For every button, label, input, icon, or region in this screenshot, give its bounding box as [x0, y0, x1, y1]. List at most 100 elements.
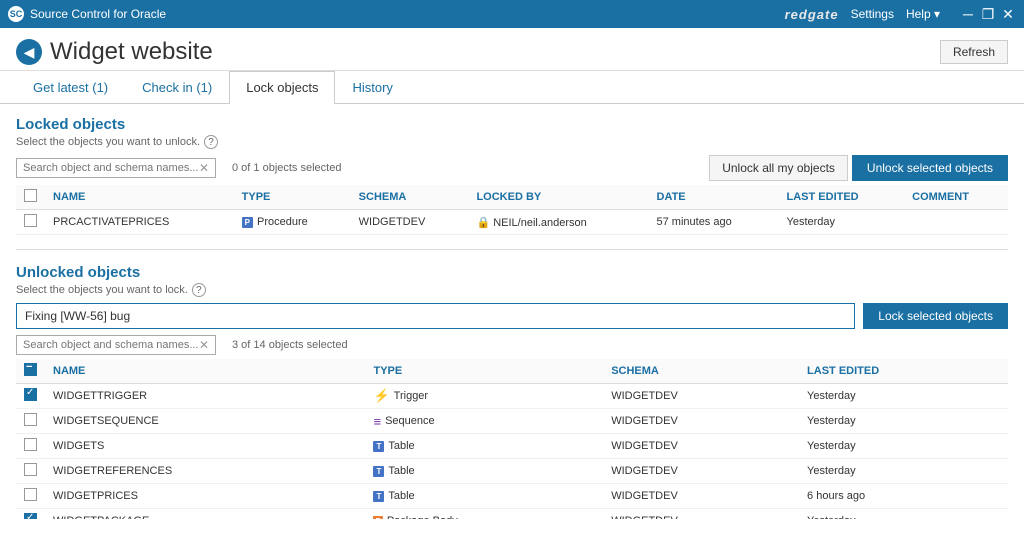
unlocked-table: NAME TYPE SCHEMA LAST EDITED WIDGETTRIGG… — [16, 359, 1008, 519]
locked-row-checkbox-0[interactable] — [24, 214, 37, 227]
locked-col-type: TYPE — [234, 185, 351, 210]
unlocked-col-schema: SCHEMA — [603, 359, 799, 384]
tab-lock-objects[interactable]: Lock objects — [229, 71, 335, 104]
unlocked-row-name-1: WIDGETSEQUENCE — [45, 409, 365, 434]
unlocked-row-last-edited-2: Yesterday — [799, 434, 1008, 459]
unlocked-row-schema-5: WIDGETDEV — [603, 509, 799, 520]
unlocked-row-checkbox-2[interactable] — [24, 438, 37, 451]
tab-check-in[interactable]: Check in (1) — [125, 71, 229, 104]
unlocked-row-schema-2: WIDGETDEV — [603, 434, 799, 459]
page-title-area: ◀ Widget website — [16, 38, 213, 66]
unlocked-row-last-edited-0: Yesterday — [799, 384, 1008, 409]
table-row: WIDGETREFERENCES TTable WIDGETDEV Yester… — [16, 459, 1008, 484]
title-bar: SC Source Control for Oracle redgate Set… — [0, 0, 1024, 28]
unlocked-row-schema-1: WIDGETDEV — [603, 409, 799, 434]
back-button[interactable]: ◀ — [16, 39, 42, 65]
unlocked-table-wrapper: NAME TYPE SCHEMA LAST EDITED WIDGETTRIGG… — [16, 359, 1008, 519]
help-link[interactable]: Help ▾ — [906, 7, 940, 21]
tab-get-latest[interactable]: Get latest (1) — [16, 71, 125, 104]
locked-help-icon[interactable]: ? — [204, 135, 218, 149]
unlocked-row-type-4: TTable — [365, 484, 603, 509]
locked-selection-count: 0 of 1 objects selected — [232, 162, 341, 174]
table-row: WIDGETPRICES TTable WIDGETDEV 6 hours ag… — [16, 484, 1008, 509]
window-controls: ─ ❐ ✕ — [960, 6, 1016, 22]
content-area: Locked objects Select the objects you wa… — [0, 104, 1024, 545]
table-row: PRCACTIVATEPRICES P Procedure WIDGETDEV … — [16, 210, 1008, 235]
table-icon: T — [373, 441, 384, 452]
unlocked-objects-section: Unlocked objects Select the objects you … — [16, 264, 1008, 519]
unlocked-row-last-edited-1: Yesterday — [799, 409, 1008, 434]
unlocked-row-schema-0: WIDGETDEV — [603, 384, 799, 409]
app-logo: SC — [8, 6, 24, 22]
lock-selected-button[interactable]: Lock selected objects — [863, 303, 1008, 329]
unlocked-row-schema-3: WIDGETDEV — [603, 459, 799, 484]
table-row: WIDGETTRIGGER ⚡Trigger WIDGETDEV Yesterd… — [16, 384, 1008, 409]
unlocked-help-icon[interactable]: ? — [192, 283, 206, 297]
unlocked-row-checkbox-0[interactable] — [24, 388, 37, 401]
locked-col-locked-by: LOCKED BY — [468, 185, 648, 210]
unlocked-section-title: Unlocked objects — [16, 264, 1008, 281]
locked-row-schema-0: WIDGETDEV — [351, 210, 469, 235]
close-button[interactable]: ✕ — [1000, 6, 1016, 22]
locked-actions: Unlock all my objects Unlock selected ob… — [709, 155, 1008, 181]
restore-button[interactable]: ❐ — [980, 6, 996, 22]
unlocked-col-name: NAME — [45, 359, 365, 384]
locked-search-box: ✕ — [16, 158, 216, 178]
unlocked-select-all-checkbox[interactable] — [24, 363, 37, 376]
unlocked-row-type-3: TTable — [365, 459, 603, 484]
unlock-selected-button[interactable]: Unlock selected objects — [852, 155, 1008, 181]
page-header: ◀ Widget website Refresh — [0, 28, 1024, 71]
redgate-logo: redgate — [785, 7, 839, 22]
unlocked-row-last-edited-3: Yesterday — [799, 459, 1008, 484]
table-icon: T — [373, 491, 384, 502]
unlocked-search-input[interactable] — [23, 339, 199, 351]
locked-col-name: NAME — [45, 185, 234, 210]
section-divider — [16, 249, 1008, 250]
unlocked-row-last-edited-4: 6 hours ago — [799, 484, 1008, 509]
unlocked-selection-count: 3 of 14 objects selected — [232, 339, 348, 351]
table-icon: T — [373, 466, 384, 477]
unlocked-row-type-2: TTable — [365, 434, 603, 459]
unlocked-row-name-5: WIDGETPACKAGE — [45, 509, 365, 520]
locked-objects-section: Locked objects Select the objects you wa… — [16, 116, 1008, 235]
unlocked-row-checkbox-3[interactable] — [24, 463, 37, 476]
locked-col-schema: SCHEMA — [351, 185, 469, 210]
trigger-icon: ⚡ — [373, 388, 389, 404]
locked-row-type-0: P Procedure — [234, 210, 351, 235]
locked-row-date-0: 57 minutes ago — [649, 210, 779, 235]
unlocked-row-type-5: PPackage Body — [365, 509, 603, 520]
title-bar-right: redgate Settings Help ▾ ─ ❐ ✕ — [785, 6, 1016, 22]
locked-search-input[interactable] — [23, 162, 199, 174]
table-row: WIDGETSEQUENCE ≡Sequence WIDGETDEV Yeste… — [16, 409, 1008, 434]
unlocked-search-clear[interactable]: ✕ — [199, 338, 209, 352]
title-bar-left: SC Source Control for Oracle — [8, 6, 166, 22]
main-content: ◀ Widget website Refresh Get latest (1) … — [0, 28, 1024, 545]
unlocked-row-type-1: ≡Sequence — [365, 409, 603, 434]
unlocked-row-checkbox-4[interactable] — [24, 488, 37, 501]
lock-icon: 🔒 — [476, 217, 490, 229]
unlocked-row-name-3: WIDGETREFERENCES — [45, 459, 365, 484]
locked-col-comment: COMMENT — [904, 185, 1008, 210]
unlocked-col-last-edited: LAST EDITED — [799, 359, 1008, 384]
settings-link[interactable]: Settings — [851, 7, 894, 21]
table-row: WIDGETS TTable WIDGETDEV Yesterday — [16, 434, 1008, 459]
package-icon: P — [373, 516, 382, 519]
locked-row-last-edited-0: Yesterday — [779, 210, 905, 235]
minimize-button[interactable]: ─ — [960, 6, 976, 22]
refresh-button[interactable]: Refresh — [940, 40, 1008, 64]
locked-search-clear[interactable]: ✕ — [199, 161, 209, 175]
locked-row-comment-0 — [904, 210, 1008, 235]
tab-history[interactable]: History — [335, 71, 409, 104]
unlock-all-button[interactable]: Unlock all my objects — [709, 155, 848, 181]
unlocked-section-subtitle: Select the objects you want to lock. ? — [16, 283, 1008, 297]
comment-input[interactable] — [16, 303, 855, 329]
unlocked-row-checkbox-1[interactable] — [24, 413, 37, 426]
locked-col-last-edited: LAST EDITED — [779, 185, 905, 210]
locked-select-all-checkbox[interactable] — [24, 189, 37, 202]
unlocked-row-checkbox-5[interactable] — [24, 513, 37, 519]
tab-bar: Get latest (1) Check in (1) Lock objects… — [0, 71, 1024, 104]
unlocked-row-name-0: WIDGETTRIGGER — [45, 384, 365, 409]
locked-section-subtitle: Select the objects you want to unlock. ? — [16, 135, 1008, 149]
locked-toolbar: ✕ 0 of 1 objects selected Unlock all my … — [16, 155, 1008, 181]
locked-table: NAME TYPE SCHEMA LOCKED BY DATE LAST EDI… — [16, 185, 1008, 235]
